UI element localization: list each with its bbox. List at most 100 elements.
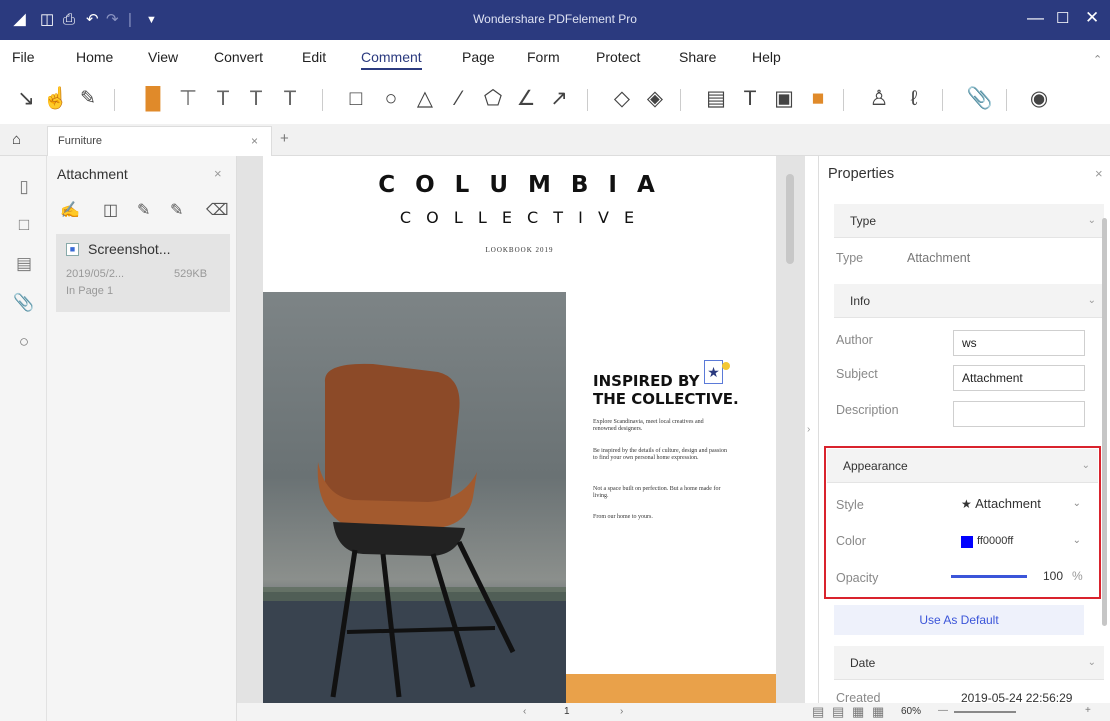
info-section-label: Info	[850, 294, 871, 308]
two-page-view-icon[interactable]: ▦	[852, 704, 864, 720]
textbox-icon[interactable]: ▣	[771, 84, 797, 112]
new-tab-icon[interactable]: +	[280, 130, 289, 147]
menu-comment[interactable]: Comment	[361, 49, 422, 70]
hand-tool-icon[interactable]: ☝	[43, 84, 69, 112]
page-number[interactable]: 1	[564, 706, 570, 717]
prev-page-icon[interactable]: ‹	[523, 706, 526, 717]
menu-protect[interactable]: Protect	[596, 49, 640, 65]
rectangle-icon[interactable]: □	[343, 84, 369, 112]
tab-furniture[interactable]: Furniture ×	[47, 126, 272, 156]
oval-icon[interactable]: ○	[378, 84, 404, 112]
opacity-slider[interactable]	[951, 575, 1027, 578]
attachment-marker-icon	[722, 362, 730, 370]
insert-text-icon[interactable]: T	[277, 84, 303, 112]
attachment-icon[interactable]: 📎	[13, 292, 35, 314]
menu-page[interactable]: Page	[462, 49, 495, 65]
note-icon[interactable]: ▤	[703, 84, 729, 112]
style-dropdown[interactable]: ★ Attachment ⌄	[953, 492, 1085, 518]
open-attachment-icon[interactable]: ✍	[60, 200, 80, 220]
arrow-icon[interactable]: ↗	[546, 84, 572, 112]
strikethrough-icon[interactable]: ⊤	[175, 84, 201, 112]
use-as-default-button[interactable]: Use As Default	[834, 605, 1084, 635]
edit-attachment-icon[interactable]: ✎	[170, 200, 183, 220]
subject-field[interactable]: Attachment	[953, 365, 1085, 391]
squiggly-icon[interactable]: T	[243, 84, 269, 112]
line-icon[interactable]: ∕	[446, 84, 472, 112]
pdf-page: C O L U M B I A C O L L E C T I V E LOOK…	[263, 156, 776, 703]
menu-form[interactable]: Form	[527, 49, 560, 65]
zoom-out-icon[interactable]: —	[938, 705, 948, 716]
author-field[interactable]: ws	[953, 330, 1085, 356]
description-label: Description	[836, 403, 899, 417]
pencil-icon[interactable]: ◇	[609, 84, 635, 112]
save-attachment-icon[interactable]: ◫	[103, 200, 118, 220]
zoom-in-icon[interactable]: +	[1085, 705, 1091, 716]
collapse-ribbon-icon[interactable]: ⌃	[1093, 53, 1102, 66]
edit-tool-icon[interactable]: ✎	[75, 84, 101, 112]
divider	[322, 89, 323, 111]
menu-edit[interactable]: Edit	[302, 49, 326, 65]
menu-help[interactable]: Help	[752, 49, 781, 65]
maximize-button[interactable]: ☐	[1056, 9, 1069, 27]
signature-icon[interactable]: ℓ	[901, 84, 927, 112]
style-value: Attachment	[975, 496, 1041, 511]
info-section-header[interactable]: Info ⌄	[834, 284, 1104, 318]
polyline-icon[interactable]: ∠	[513, 84, 539, 112]
next-page-icon[interactable]: ›	[620, 706, 623, 717]
type-section-header[interactable]: Type ⌄	[834, 204, 1104, 238]
tab-label: Furniture	[58, 135, 103, 147]
properties-scrollbar[interactable]	[1102, 218, 1107, 626]
document-tab-bar: ⌂ Furniture × +	[0, 124, 1110, 156]
highlight-icon[interactable]: █	[140, 84, 166, 112]
chevron-down-icon: ⌄	[1081, 460, 1090, 471]
delete-attachment-icon[interactable]: ⌫	[206, 200, 229, 220]
attach-icon[interactable]: 📎	[967, 84, 993, 112]
underline-icon[interactable]: T	[210, 84, 236, 112]
menu-home[interactable]: Home	[76, 49, 113, 65]
opacity-value[interactable]: 100	[1043, 569, 1063, 583]
search-icon[interactable]: ○	[13, 331, 35, 353]
cloud-icon[interactable]: △	[412, 84, 438, 112]
appearance-section-header[interactable]: Appearance ⌄	[827, 449, 1098, 483]
home-icon[interactable]: ⌂	[12, 131, 21, 148]
grid-view-icon[interactable]: ▦	[872, 704, 884, 720]
description-field[interactable]	[953, 401, 1085, 427]
close-properties-icon[interactable]: ×	[1095, 166, 1103, 181]
date-section-header[interactable]: Date ⌄	[834, 646, 1104, 680]
minimize-button[interactable]: —	[1027, 8, 1044, 28]
bookmark-icon[interactable]: □	[13, 214, 35, 236]
select-tool-icon[interactable]: ↘	[13, 84, 39, 112]
comment-list-icon[interactable]: ▤	[13, 253, 35, 275]
menu-file[interactable]: File	[12, 49, 35, 65]
close-tab-icon[interactable]: ×	[251, 134, 258, 148]
typewriter-icon[interactable]: T	[737, 84, 763, 112]
close-panel-icon[interactable]: ×	[214, 166, 222, 181]
color-dropdown[interactable]: ff0000ff ⌄	[953, 529, 1085, 555]
menu-share[interactable]: Share	[679, 49, 716, 65]
add-attachment-icon[interactable]: ✎	[137, 200, 150, 220]
menu-convert[interactable]: Convert	[214, 49, 263, 65]
zoom-level[interactable]: 60%	[901, 706, 921, 717]
area-highlight-icon[interactable]: ■	[805, 84, 831, 112]
document-title: C O L U M B I A	[378, 172, 661, 198]
type-section-label: Type	[850, 214, 877, 228]
attachment-list-item[interactable]: ■ Screenshot... 2019/05/2... 529KB In Pa…	[56, 234, 230, 312]
style-label: Style	[836, 498, 864, 512]
hide-comments-icon[interactable]: ◉	[1026, 84, 1052, 112]
attachment-pin-icon[interactable]: ★	[704, 360, 723, 384]
document-scrollbar[interactable]	[786, 174, 794, 264]
single-page-view-icon[interactable]: ▤	[812, 704, 824, 720]
polygon-icon[interactable]: ⬠	[480, 84, 506, 112]
menu-view[interactable]: View	[148, 49, 178, 65]
zoom-slider[interactable]	[954, 711, 1016, 713]
stamp-icon[interactable]: ♙	[866, 84, 892, 112]
divider	[1006, 89, 1007, 111]
color-label: Color	[836, 534, 866, 548]
attachment-date: 2019/05/2...	[66, 268, 125, 280]
close-window-button[interactable]: ✕	[1085, 8, 1099, 28]
color-value: ff0000ff	[977, 535, 1014, 547]
eraser-icon[interactable]: ◈	[642, 84, 668, 112]
continuous-view-icon[interactable]: ▤	[832, 704, 844, 720]
collapse-right-icon[interactable]: ›	[807, 424, 810, 435]
thumbnail-icon[interactable]: ▯	[13, 176, 35, 198]
